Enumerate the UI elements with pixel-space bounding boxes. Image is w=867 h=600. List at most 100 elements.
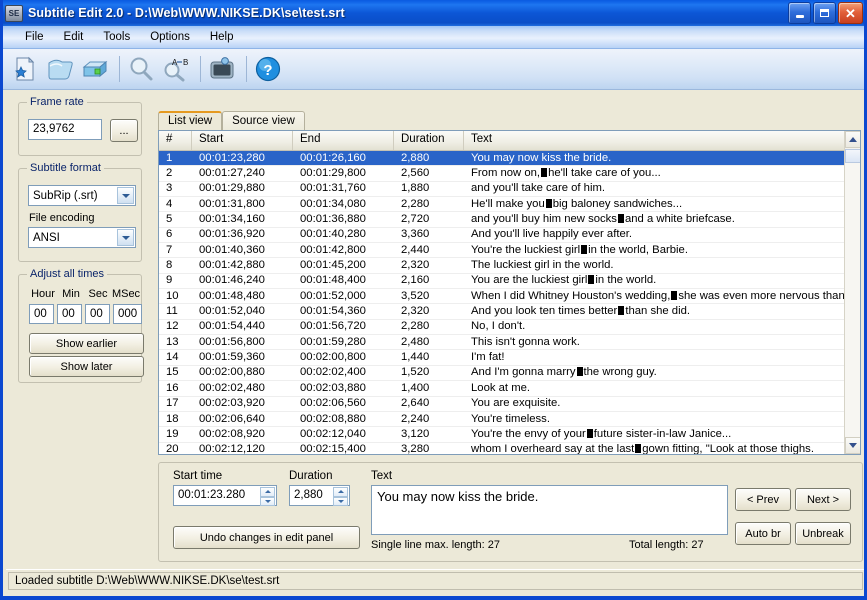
table-row[interactable]: 7 00:01:40,360 00:01:42,800 2,440 You're the… [159,243,860,259]
row-start: 00:01:23,280 [199,151,265,164]
chevron-down-icon[interactable] [117,187,134,204]
table-row[interactable]: 12 00:01:54,440 00:01:56,720 2,280 No, I don… [159,320,860,336]
duration-spin-up[interactable] [333,487,348,497]
menu-item-options[interactable]: Options [140,29,200,45]
min-label: Min [62,288,80,300]
newline-glyph-icon [586,428,593,438]
show-later-button[interactable]: Show later [29,356,144,377]
open-folder-button[interactable] [44,53,76,85]
start-time-spinner[interactable] [260,487,275,506]
duration-label: Duration [289,470,333,482]
tab-list-view[interactable]: List view [158,111,223,130]
table-row[interactable]: 17 00:02:03,920 00:02:06,560 2,640 You are e… [159,397,860,412]
title-bar: SE Subtitle Edit 2.0 - D:\Web\WWW.NIKSE.… [3,0,864,26]
replace-button[interactable]: A B [160,53,192,85]
table-row[interactable]: 11 00:01:52,040 00:01:54,360 2,320 And you l… [159,304,860,320]
table-row[interactable]: 6 00:01:36,920 00:01:40,280 3,360 And you'll… [159,228,860,244]
row-start: 00:02:08,920 [199,427,265,440]
table-row[interactable]: 5 00:01:34,160 00:01:36,880 2,720 and you'll… [159,212,860,228]
row-text: Look at me. [471,381,531,394]
table-row[interactable]: 18 00:02:06,640 00:02:08,880 2,240 You're ti… [159,412,860,428]
video-preview-button[interactable] [206,53,238,85]
column-header-number[interactable]: # [159,131,192,150]
row-start: 00:01:48,480 [199,289,265,302]
column-header-duration[interactable]: Duration [394,131,464,150]
newline-glyph-icon [581,244,588,254]
table-row[interactable]: 4 00:01:31,800 00:01:34,080 2,280 He'll make… [159,197,860,213]
column-header-text[interactable]: Text [464,131,860,150]
subtitle-text-input[interactable]: You may now kiss the bride. [371,485,728,535]
frame-rate-browse-button[interactable]: ... [110,119,138,142]
table-row[interactable]: 2 00:01:27,240 00:01:29,800 2,560 From now o… [159,166,860,182]
menu-item-edit[interactable]: Edit [54,29,94,45]
row-text: From now on, he'll take care of you... [471,167,661,180]
row-start: 00:01:27,240 [199,167,265,180]
row-end: 00:01:29,800 [300,167,366,180]
left-settings-panel: Frame rate 23,9762 ... Subtitle format S… [6,94,152,564]
column-header-start[interactable]: Start [192,131,293,150]
table-row[interactable]: 10 00:01:48,480 00:01:52,000 3,520 When I di… [159,289,860,305]
row-text: You're timeless. [471,412,550,425]
row-number: 12 [166,320,179,333]
close-button[interactable]: ✕ [838,2,863,24]
subtitle-format-combo[interactable]: SubRip (.srt) [28,185,136,206]
frame-rate-input[interactable]: 23,9762 [28,119,102,140]
table-row[interactable]: 3 00:01:29,880 00:01:31,760 1,880 and you'll… [159,182,860,198]
start-time-spin-up[interactable] [260,487,275,497]
menu-item-tools[interactable]: Tools [93,29,140,45]
scrollbar-track[interactable] [845,163,860,437]
row-duration: 1,440 [401,351,430,364]
table-row[interactable]: 1 00:01:23,280 00:01:26,160 2,880 You may no… [159,151,860,167]
column-header-end[interactable]: End [293,131,394,150]
scroll-up-button[interactable] [845,131,860,148]
new-file-button[interactable] [9,53,41,85]
hour-input[interactable]: 00 [29,304,54,324]
row-number: 16 [166,381,179,394]
undo-changes-button[interactable]: Undo changes in edit panel [173,526,360,549]
table-row[interactable]: 19 00:02:08,920 00:02:12,040 3,120 You're th… [159,427,860,443]
row-number: 10 [166,289,179,302]
min-input[interactable]: 00 [57,304,82,324]
row-duration: 2,560 [401,167,430,180]
help-button[interactable]: ? [252,53,284,85]
sec-input[interactable]: 00 [85,304,110,324]
table-row[interactable]: 13 00:01:56,800 00:01:59,280 2,480 This isn'… [159,335,860,351]
show-earlier-button[interactable]: Show earlier [29,333,144,354]
duration-field[interactable]: 2,880 [289,485,350,506]
start-time-value: 00:01:23.280 [178,489,246,501]
scrollbar-thumb[interactable] [845,149,860,163]
auto-br-button[interactable]: Auto br [735,522,791,545]
msec-input[interactable]: 000 [113,304,142,324]
tab-source-view[interactable]: Source view [222,111,305,130]
row-end: 00:01:34,080 [300,197,366,210]
menu-item-help[interactable]: Help [200,29,244,45]
maximize-button[interactable] [813,2,836,24]
table-row[interactable]: 20 00:02:12,120 00:02:15,400 3,280 whom I ov… [159,443,860,454]
save-disk-button[interactable] [79,53,111,85]
chevron-down-icon[interactable] [117,229,134,246]
find-button[interactable] [125,53,157,85]
table-row[interactable]: 14 00:01:59,360 00:02:00,800 1,440 I'm fat! [159,350,860,366]
list-vertical-scrollbar[interactable] [844,131,860,454]
chevron-down-icon [849,443,857,448]
start-time-field[interactable]: 00:01:23.280 [173,485,277,506]
duration-spinner[interactable] [333,487,348,506]
duration-spin-down[interactable] [333,496,348,506]
menu-item-file[interactable]: File [15,29,54,45]
unbreak-button[interactable]: Unbreak [795,522,851,545]
table-row[interactable]: 16 00:02:02,480 00:02:03,880 1,400 Look at m… [159,381,860,397]
row-duration: 2,320 [401,305,430,318]
scroll-down-button[interactable] [845,437,860,454]
toolbar-separator [246,56,247,82]
table-row[interactable]: 8 00:01:42,880 00:01:45,200 2,320 The luckie… [159,258,860,274]
table-row[interactable]: 15 00:02:00,880 00:02:02,400 1,520 And I'm g… [159,366,860,382]
row-duration: 2,240 [401,412,430,425]
open-folder-icon [48,59,73,80]
prev-button[interactable]: < Prev [735,488,791,511]
minimize-button[interactable] [788,2,811,24]
next-button[interactable]: Next > [795,488,851,511]
table-row[interactable]: 9 00:01:46,240 00:01:48,400 2,160 You are th… [159,274,860,290]
file-encoding-combo[interactable]: ANSI [28,227,136,248]
start-time-spin-down[interactable] [260,496,275,506]
subtitle-format-value: SubRip (.srt) [33,189,98,202]
